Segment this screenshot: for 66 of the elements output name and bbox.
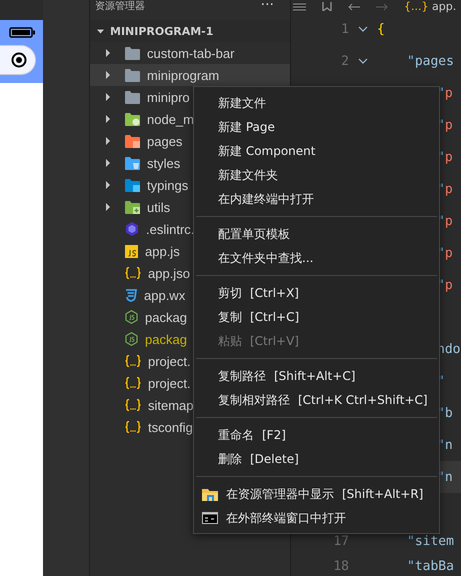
caret-icon (105, 137, 111, 145)
menu-item[interactable]: 新建文件 (194, 91, 439, 115)
code-line: { (377, 22, 385, 36)
menu-item[interactable]: 在内建终端中打开 (194, 187, 439, 211)
folder-icon (202, 488, 218, 500)
menu-item[interactable]: 在外部终端窗口中打开 (194, 506, 439, 530)
hexagon-icon (125, 222, 139, 236)
code-line: "sitem (407, 534, 454, 548)
braces-icon (125, 377, 141, 389)
hexagon-icon (125, 332, 138, 346)
bookmark-icon[interactable] (322, 2, 332, 11)
caret-icon (105, 115, 111, 123)
js-file-icon (125, 244, 138, 258)
folder-icon (125, 200, 140, 214)
menu-item[interactable]: 配置单页模板 (194, 222, 439, 246)
capsule-button[interactable] (0, 45, 36, 75)
menu-item[interactable]: 新建文件夹 (194, 163, 439, 187)
folder-icon (125, 68, 140, 82)
caret-icon (105, 71, 111, 79)
menu-item[interactable]: 重命名 [F2] (194, 423, 439, 447)
braces-icon (125, 267, 141, 279)
caret-icon (105, 49, 111, 57)
caret-icon (105, 93, 111, 101)
braces-icon (125, 421, 141, 433)
more-button[interactable]: ··· (260, 0, 274, 10)
editor-tab[interactable]: {...} app. (404, 0, 456, 12)
line-number: 1 (341, 22, 349, 36)
chevron-icon[interactable] (358, 26, 368, 32)
list-icon[interactable] (293, 2, 306, 10)
file-tree-item[interactable]: miniprogram (90, 64, 290, 86)
code-line: "tabBa (407, 559, 454, 574)
menu-item[interactable]: 新建 Page (194, 115, 439, 139)
caret-icon (105, 181, 111, 189)
hexagon-icon (125, 310, 138, 324)
target-icon (10, 52, 26, 68)
menu-item[interactable]: 复制相对路径 [Ctrl+K Ctrl+Shift+C] (194, 388, 439, 412)
top-bar (0, 0, 43, 20)
braces-icon (125, 399, 141, 411)
folder-icon (125, 156, 140, 170)
menu-item[interactable]: 在文件夹中查找... (194, 246, 439, 270)
css-file-icon (125, 288, 137, 302)
terminal-icon (202, 512, 218, 524)
line-number: 17 (333, 534, 349, 548)
line-number: 2 (341, 54, 349, 68)
folder-icon (125, 178, 140, 192)
menu-item[interactable]: 复制 [Ctrl+C] (194, 305, 439, 329)
menu-item[interactable]: 剪切 [Ctrl+X] (194, 281, 439, 305)
menu-item[interactable]: 删除 [Delete] (194, 447, 439, 471)
file-tree-item[interactable]: custom-tab-bar (90, 42, 290, 64)
battery-icon (9, 26, 35, 38)
back-arrow-icon[interactable] (348, 2, 360, 10)
code-line: "pages (407, 54, 454, 68)
folder-icon (125, 46, 140, 60)
menu-item[interactable]: 复制路径 [Shift+Alt+C] (194, 364, 439, 388)
line-number: 18 (333, 559, 349, 574)
folder-icon (125, 90, 140, 104)
menu-item[interactable]: 新建 Component (194, 139, 439, 163)
menu-item[interactable]: 在资源管理器中显示 [Shift+Alt+R] (194, 482, 439, 506)
braces-icon (125, 355, 141, 367)
caret-icon (97, 28, 104, 34)
panel-title: 资源管理器 (95, 1, 145, 13)
caret-icon (105, 203, 111, 211)
caret-icon (105, 159, 111, 167)
folder-icon (125, 112, 140, 126)
folder-icon (125, 134, 140, 148)
chevron-icon[interactable] (358, 58, 368, 64)
